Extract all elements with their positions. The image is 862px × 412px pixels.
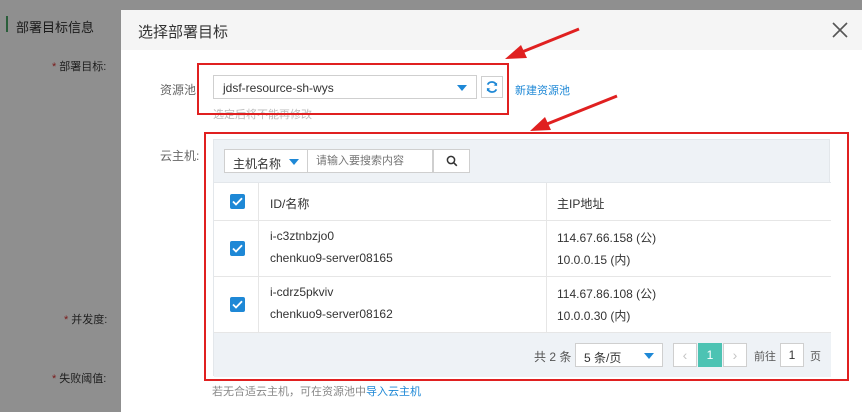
annotation-box-vm [204,132,849,381]
failure-threshold-label: * 失败阈值: [52,373,107,385]
import-vm-link[interactable]: 导入云主机 [366,386,421,398]
deploy-target-label: * 部署目标: [52,61,107,73]
annotation-box-pool [197,63,509,115]
resource-pool-label: 资源池: [160,83,200,97]
close-icon[interactable] [830,20,850,40]
footer-hint: 若无合适云主机，可在资源池中导入云主机 [212,386,421,398]
vm-label: 云主机: [160,149,200,163]
concurrency-label: * 并发度: [64,314,108,326]
new-resource-pool-link[interactable]: 新建资源池 [515,82,570,98]
section-header: 部署目标信息 [0,14,120,35]
section-title: 部署目标信息 [16,20,95,35]
section-accent-bar [6,16,8,32]
dialog-header: 选择部署目标 [121,10,862,50]
dialog-title: 选择部署目标 [138,24,229,41]
